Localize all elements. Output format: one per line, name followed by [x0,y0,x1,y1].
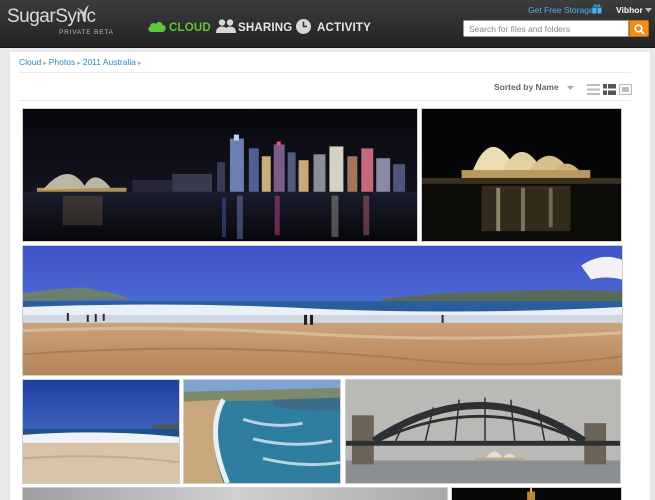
photo-thumbnail[interactable] [345,379,621,484]
photo-thumbnail[interactable] [22,487,448,500]
photo-thumbnail[interactable] [22,108,418,242]
breadcrumb-separator-icon: ▸ [77,60,81,67]
opera-house-photo [422,109,621,241]
detail-view-icon[interactable] [603,82,616,100]
sydney-skyline-photo [23,109,417,241]
thumbnail-view-icon[interactable] [619,82,633,100]
search-button[interactable] [629,20,649,37]
breadcrumb-separator-icon: ▸ [137,60,142,67]
top-bar: SugarSync PRIVATE BETA CLOUD SHARING ACT… [0,0,655,48]
coastline-aerial-photo [184,380,340,483]
cloud-icon [148,21,166,32]
divider [19,100,631,101]
breadcrumb: Cloud ▸ Photos ▸ 2011 Australia ▸ [19,57,143,67]
search-input[interactable] [463,20,629,37]
grey-sky-photo [23,488,447,500]
breadcrumb-separator-icon: ▸ [43,60,47,67]
logo-leaf-icon [77,5,89,21]
gift-icon[interactable] [592,4,602,14]
sort-dropdown[interactable]: Sorted by Name [494,82,559,92]
photo-thumbnail[interactable] [22,379,180,484]
beach-waves-photo [23,380,179,483]
nav-cloud-label: CLOUD [169,22,211,34]
chevron-down-icon[interactable] [567,86,574,90]
photo-thumbnail[interactable] [451,487,622,500]
breadcrumb-2011-australia[interactable]: 2011 Australia [83,57,136,67]
get-free-storage-link[interactable]: Get Free Storage [528,5,594,15]
search-icon [634,24,645,35]
breadcrumb-photos[interactable]: Photos [49,57,75,67]
list-view-icon[interactable] [587,82,600,100]
nav-sharing-label: SHARING [238,22,293,34]
breadcrumb-cloud[interactable]: Cloud [19,57,41,67]
photo-thumbnail[interactable] [22,245,623,376]
divider [19,72,631,73]
harbour-bridge-photo [346,380,620,483]
logo-tagline: PRIVATE BETA [59,29,114,36]
people-icon [216,19,236,33]
nav-activity-label: ACTIVITY [317,22,371,34]
photo-thumbnail[interactable] [421,108,622,242]
chevron-down-icon[interactable] [645,8,652,13]
night-tower-photo [452,488,621,500]
user-menu[interactable]: Vibhor [616,5,643,15]
clock-icon [296,19,311,34]
bondi-beach-panorama-photo [23,246,622,375]
photo-thumbnail[interactable] [183,379,341,484]
